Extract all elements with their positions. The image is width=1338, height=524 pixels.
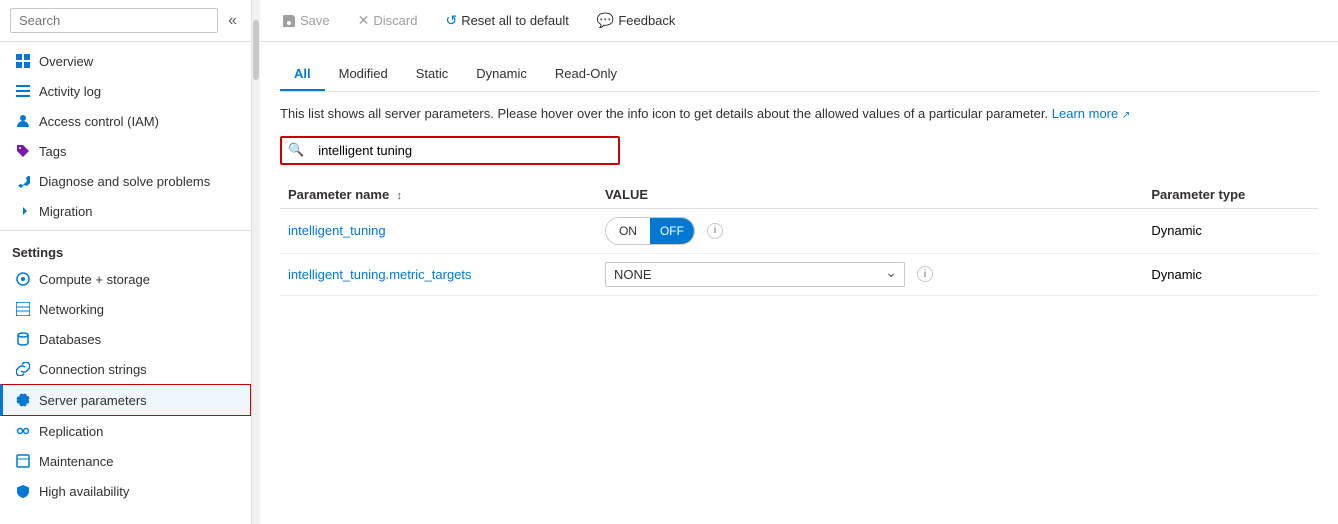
person-icon <box>15 113 31 129</box>
search-icon: 🔍 <box>282 142 310 158</box>
sidebar-scrollbar-thumb[interactable] <box>253 20 259 80</box>
tab-read-only[interactable]: Read-Only <box>541 58 631 91</box>
tab-static[interactable]: Static <box>402 58 463 91</box>
col-header-type: Parameter type <box>1143 181 1318 209</box>
discard-label: Discard <box>373 13 417 28</box>
maintenance-icon <box>15 453 31 469</box>
learn-more-link[interactable]: Learn more ↗ <box>1052 106 1131 121</box>
reset-label: Reset all to default <box>461 13 569 28</box>
nav-divider <box>0 230 251 231</box>
sidebar-item-high-availability[interactable]: High availability <box>0 476 251 506</box>
tab-modified[interactable]: Modified <box>325 58 402 91</box>
gear-icon <box>15 392 31 408</box>
link-icon <box>15 361 31 377</box>
feedback-button[interactable]: 💬 Feedback <box>591 8 682 33</box>
sidebar-item-tags[interactable]: Tags <box>0 136 251 166</box>
save-label: Save <box>300 13 330 28</box>
sidebar-nav: Overview Activity log Access control (IA… <box>0 42 251 524</box>
sidebar-item-activity-log-label: Activity log <box>39 84 101 99</box>
param-type-row1: Dynamic <box>1151 223 1202 238</box>
parameter-search-box[interactable]: 🔍 <box>280 136 620 165</box>
sidebar-item-compute-storage-label: Compute + storage <box>39 272 150 287</box>
sidebar-item-migration[interactable]: Migration <box>0 196 251 226</box>
sidebar-item-maintenance-label: Maintenance <box>39 454 113 469</box>
param-type-row2: Dynamic <box>1151 267 1202 282</box>
sidebar-item-databases[interactable]: Databases <box>0 324 251 354</box>
info-text: This list shows all server parameters. P… <box>280 104 1318 124</box>
sidebar-item-maintenance[interactable]: Maintenance <box>0 446 251 476</box>
sidebar-item-activity-log[interactable]: Activity log <box>0 76 251 106</box>
toggle-intelligent-tuning[interactable]: ON OFF <box>605 217 695 245</box>
sidebar-scrollbar[interactable] <box>252 0 260 524</box>
col-header-name: Parameter name ↕ <box>280 181 597 209</box>
replication-icon <box>15 423 31 439</box>
param-link-intelligent-tuning[interactable]: intelligent_tuning <box>288 223 386 238</box>
wrench-icon <box>15 173 31 189</box>
metric-targets-select[interactable]: NONE <box>605 262 905 287</box>
settings-section-label: Settings <box>0 235 251 264</box>
col-header-value: VALUE <box>597 181 1143 209</box>
sidebar-item-overview[interactable]: Overview <box>0 46 251 76</box>
table-row: intelligent_tuning ON OFF i Dynamic <box>280 208 1318 253</box>
tabs-bar: All Modified Static Dynamic Read-Only <box>280 58 1318 92</box>
tab-dynamic[interactable]: Dynamic <box>462 58 541 91</box>
feedback-icon: 💬 <box>597 12 614 29</box>
sidebar-item-high-availability-label: High availability <box>39 484 129 499</box>
network-icon <box>15 301 31 317</box>
metric-targets-select-wrap: NONE <box>605 262 905 287</box>
sidebar-collapse-button[interactable]: « <box>224 12 241 30</box>
toggle-off-option[interactable]: OFF <box>650 217 694 245</box>
storage-icon <box>15 271 31 287</box>
info-text-content: This list shows all server parameters. P… <box>280 106 1048 121</box>
sidebar-search-area: « <box>0 0 251 42</box>
sidebar-item-networking-label: Networking <box>39 302 104 317</box>
discard-button[interactable]: ✕ Discard <box>352 8 424 33</box>
tag-icon <box>15 143 31 159</box>
sidebar-item-access-control-label: Access control (IAM) <box>39 114 159 129</box>
grid-icon <box>15 53 31 69</box>
tab-all[interactable]: All <box>280 58 325 91</box>
sidebar-search-input[interactable] <box>10 8 218 33</box>
sidebar-item-access-control[interactable]: Access control (IAM) <box>0 106 251 136</box>
param-link-metric-targets[interactable]: intelligent_tuning.metric_targets <box>288 267 472 282</box>
info-icon-row1[interactable]: i <box>707 223 723 239</box>
sidebar-item-tags-label: Tags <box>39 144 66 159</box>
reset-icon: ↺ <box>445 12 457 29</box>
sidebar-item-migration-label: Migration <box>39 204 92 219</box>
external-link-icon: ↗ <box>1122 110 1130 121</box>
feedback-label: Feedback <box>618 13 675 28</box>
database-icon <box>15 331 31 347</box>
parameters-table: Parameter name ↕ VALUE Parameter type in… <box>280 181 1318 296</box>
discard-icon: ✕ <box>358 12 370 29</box>
sidebar-item-server-parameters-label: Server parameters <box>39 393 147 408</box>
shield-icon <box>15 483 31 499</box>
sidebar-item-overview-label: Overview <box>39 54 93 69</box>
table-row: intelligent_tuning.metric_targets NONE i <box>280 253 1318 295</box>
sidebar-item-replication[interactable]: Replication <box>0 416 251 446</box>
save-icon <box>282 14 296 28</box>
sidebar-item-compute-storage[interactable]: Compute + storage <box>0 264 251 294</box>
sidebar-item-networking[interactable]: Networking <box>0 294 251 324</box>
sidebar-item-databases-label: Databases <box>39 332 101 347</box>
main-content: Save ✕ Discard ↺ Reset all to default 💬 … <box>260 0 1338 524</box>
list-icon <box>15 83 31 99</box>
sidebar-item-replication-label: Replication <box>39 424 103 439</box>
sort-icon[interactable]: ↕ <box>397 190 403 202</box>
sidebar-item-connection-strings-label: Connection strings <box>39 362 147 377</box>
sidebar-item-connection-strings[interactable]: Connection strings <box>0 354 251 384</box>
save-button[interactable]: Save <box>276 9 336 32</box>
sidebar-item-diagnose[interactable]: Diagnose and solve problems <box>0 166 251 196</box>
sidebar-item-server-parameters[interactable]: Server parameters <box>0 384 251 416</box>
parameter-search-input[interactable] <box>310 138 618 163</box>
toolbar: Save ✕ Discard ↺ Reset all to default 💬 … <box>260 0 1338 42</box>
sidebar-item-diagnose-label: Diagnose and solve problems <box>39 174 210 189</box>
migration-icon <box>15 203 31 219</box>
toggle-on-option[interactable]: ON <box>606 217 650 245</box>
info-icon-row2[interactable]: i <box>917 266 933 282</box>
reset-button[interactable]: ↺ Reset all to default <box>439 8 574 33</box>
sidebar: « Overview Activity log <box>0 0 252 524</box>
content-area: All Modified Static Dynamic Read-Only Th… <box>260 42 1338 524</box>
